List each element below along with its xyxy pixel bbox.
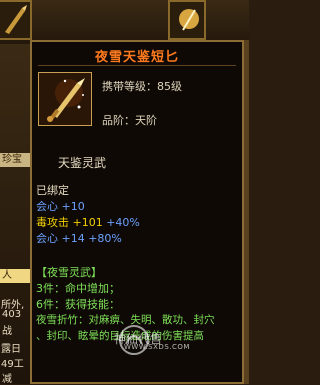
grade-row: 品阶：天阶 [102,112,157,128]
carry-level-value: 85级 [157,80,182,93]
background-text: 403 [2,309,22,320]
background-top-bar [0,0,249,44]
title-divider [38,65,236,66]
stat-bonus: +40% [106,216,140,229]
background-text: 战 [2,326,12,337]
stat-name: 会心 [36,200,58,213]
weapon-slot-icon [179,9,199,31]
set-bonus-line: 3件：命中增加； [36,282,120,295]
carry-level-row: 携带等级：85级 [102,78,182,94]
stat-row: 毒攻击 +101 +40% [36,214,140,230]
bound-status: 已绑定 [36,184,69,197]
watermark-url: WWW.SXDS.COM [124,343,190,351]
set-name: 【夜雪灵武】 [36,266,102,279]
item-icon-frame [38,72,92,126]
treasure-tab[interactable]: 珍宝 [0,153,32,167]
stat-base: +14 [61,232,85,245]
item-subtitle: 天鉴灵武 [58,156,107,170]
stat-name: 毒攻击 [36,216,69,229]
item-title: 夜雪天鉴短匕 [94,50,179,65]
stat-base: +10 [61,200,85,213]
dagger-icon [39,73,91,125]
background-text: 49工 [1,359,24,370]
weapon-slot-icon [5,5,27,34]
stat-row: 会心 +10 [36,198,85,214]
stat-name: 会心 [36,232,58,245]
background-text: 减 [2,374,12,385]
stat-row: 会心 +14 +80% [36,230,122,246]
carry-level-label: 携带等级： [102,80,157,93]
person-label[interactable]: 人 [0,269,32,283]
grade-value: 天阶 [135,114,157,127]
stat-base: +101 [72,216,103,229]
background-text: 露日 [1,344,21,355]
grade-label: 品阶： [102,114,135,127]
stat-bonus: +80% [88,232,122,245]
set-bonus-line: 6件：获得技能： [36,298,120,311]
equipment-slot-right[interactable] [168,0,206,40]
equipment-slot-left[interactable] [0,0,32,40]
